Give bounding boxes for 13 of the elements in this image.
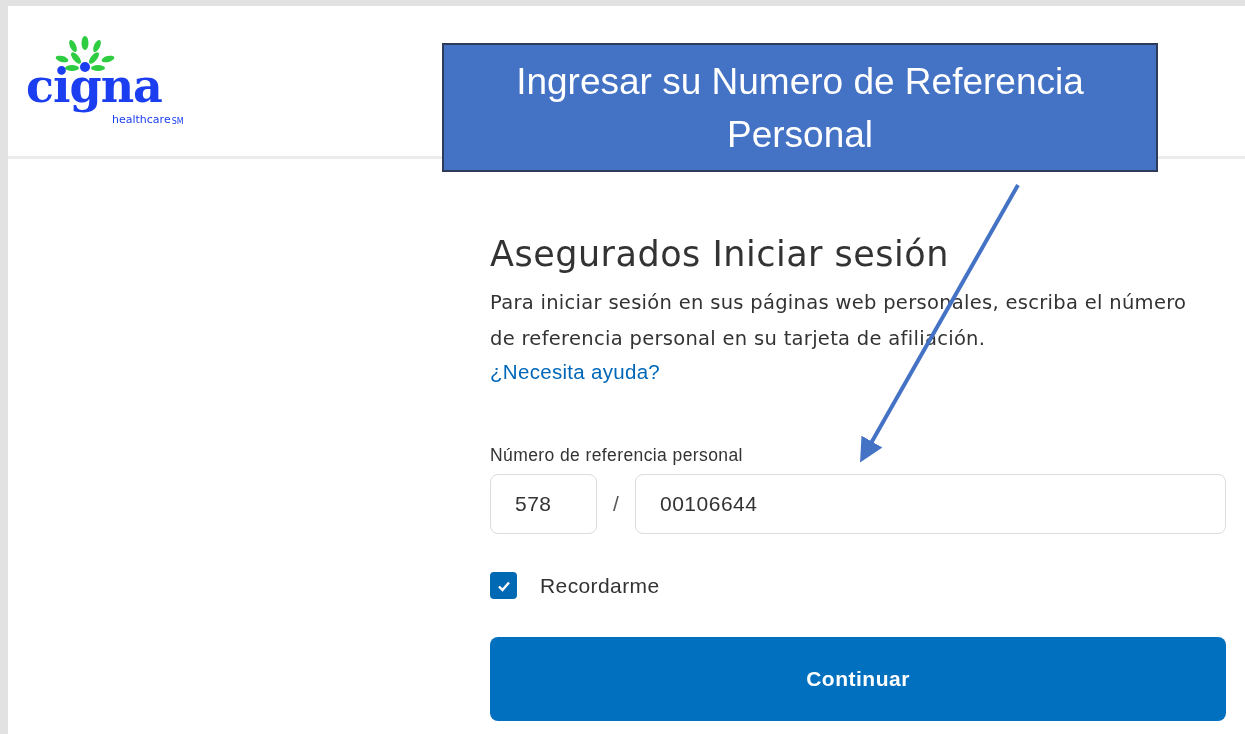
help-link[interactable]: ¿Necesita ayuda? bbox=[490, 357, 661, 387]
callout-box: Ingresar su Numero de Referencia Personal bbox=[442, 43, 1158, 172]
logo-tagline: healthcare bbox=[112, 114, 171, 126]
separator: / bbox=[612, 492, 620, 516]
remember-checkbox[interactable] bbox=[490, 572, 517, 599]
continue-button[interactable]: Continuar bbox=[490, 637, 1226, 721]
prefix-field[interactable]: 578 bbox=[490, 474, 597, 534]
page-title: Asegurados Iniciar sesión bbox=[490, 233, 950, 276]
reference-number-field[interactable]: 00106644 bbox=[635, 474, 1226, 534]
logo-wordmark: cigna bbox=[26, 59, 162, 113]
remember-label: Recordarme bbox=[540, 573, 660, 598]
field-label: Número de referencia personal bbox=[490, 444, 744, 467]
service-mark: SM bbox=[171, 117, 184, 126]
